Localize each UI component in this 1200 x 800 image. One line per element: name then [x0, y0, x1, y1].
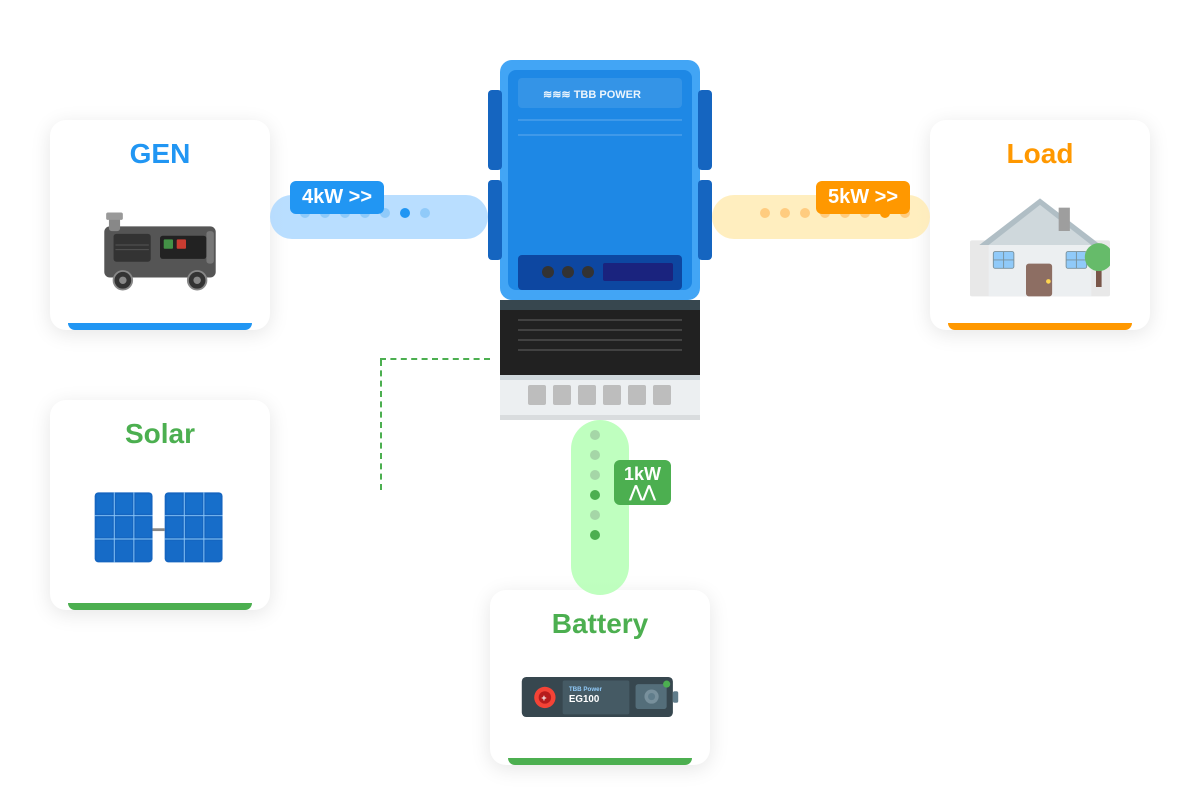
gen-power-label: 4kW >>: [302, 186, 372, 209]
gen-power-badge: 4kW >>: [290, 181, 384, 214]
solar-card: Solar: [50, 400, 270, 610]
svg-text:+: +: [541, 693, 546, 703]
load-bottom-bar: [948, 323, 1132, 330]
diagram-container: 4kW >> 5kW >> 1kW ⋀⋀ GEN: [0, 0, 1200, 800]
battery-icon: + TBB Power EG100: [520, 667, 680, 727]
load-power-badge: 5kW >>: [816, 181, 910, 214]
house-icon: [970, 190, 1110, 300]
bat-dot-3: [590, 470, 600, 480]
inverter: ≋≋≋ TBB POWER: [488, 60, 712, 420]
svg-text:≋≋≋ TBB POWER: ≋≋≋ TBB POWER: [543, 89, 641, 101]
load-dot-3: [800, 208, 810, 218]
gen-bottom-bar: [68, 323, 252, 330]
solar-dashed-v: [380, 360, 382, 490]
load-image-area: [948, 180, 1132, 309]
gen-image-area: [68, 180, 252, 309]
solar-bottom-bar: [68, 603, 252, 610]
load-dot-2: [780, 208, 790, 218]
solar-title: Solar: [125, 418, 195, 450]
battery-flow-bar: [571, 420, 629, 595]
gen-icon: [95, 195, 225, 295]
svg-text:EG100: EG100: [569, 694, 600, 705]
battery-title: Battery: [552, 608, 648, 640]
battery-dots: [590, 430, 600, 540]
battery-power-badge: 1kW ⋀⋀: [614, 460, 671, 505]
bat-dot-4: [590, 490, 600, 500]
battery-bottom-bar: [508, 758, 692, 765]
battery-power-label: 1kW: [624, 464, 661, 485]
solar-image-area: [68, 460, 252, 589]
bat-dot-1: [590, 430, 600, 440]
load-dot-1: [760, 208, 770, 218]
inverter-svg: ≋≋≋ TBB POWER: [488, 60, 712, 420]
load-card: Load: [930, 120, 1150, 330]
battery-image-area: + TBB Power EG100: [508, 650, 692, 744]
gen-dot-7: [420, 208, 430, 218]
gen-dot-6: [400, 208, 410, 218]
svg-text:TBB Power: TBB Power: [569, 686, 603, 693]
gen-title: GEN: [130, 138, 191, 170]
load-title: Load: [1007, 138, 1074, 170]
load-power-label: 5kW >>: [828, 186, 898, 209]
bat-dot-5: [590, 510, 600, 520]
solar-icon: [90, 475, 230, 575]
bat-dot-2: [590, 450, 600, 460]
bat-dot-6: [590, 530, 600, 540]
solar-dashed-h: [380, 358, 490, 360]
battery-up-arrows: ⋀⋀: [629, 485, 655, 501]
gen-card: GEN: [50, 120, 270, 330]
battery-card: Battery + TBB Power EG100: [490, 590, 710, 765]
